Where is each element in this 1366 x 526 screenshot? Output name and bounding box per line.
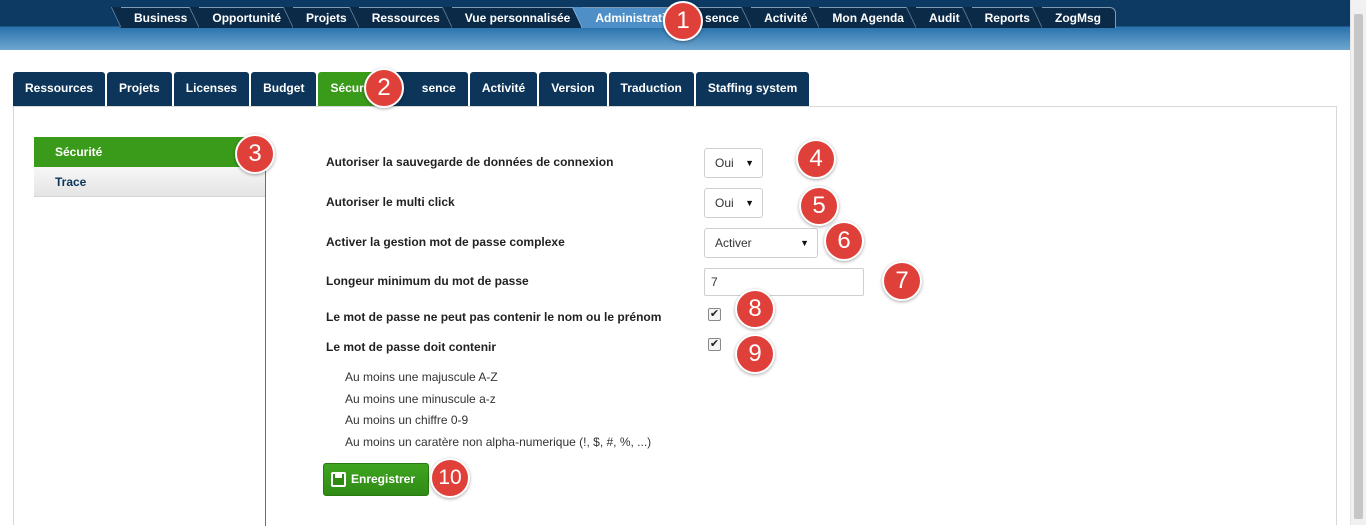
callout-badge-3: 3 (235, 134, 275, 174)
requirement-digit: Au moins un chiffre 0-9 (345, 413, 469, 427)
nav-zogmsg[interactable]: ZogMsg (1031, 7, 1116, 28)
chevron-down-icon: ▼ (745, 158, 754, 168)
min-length-label: Longeur minimum du mot de passe (326, 274, 529, 288)
side-item-securite[interactable]: Sécurité (34, 137, 265, 167)
no-name-checkbox[interactable]: ✔ (708, 308, 721, 321)
requirement-lowercase: Au moins une minuscule a-z (345, 392, 496, 406)
requirement-special: Au moins un caratère non alpha-numerique… (345, 435, 652, 449)
callout-badge-2: 2 (364, 68, 404, 108)
security-side-nav: Sécurité Trace (34, 137, 266, 526)
tab-budget[interactable]: Budget (251, 72, 317, 106)
floppy-disk-icon (331, 472, 346, 487)
multi-click-value: Oui (715, 196, 734, 210)
complex-password-label: Activer la gestion mot de passe complexe (326, 235, 565, 249)
tab-activite[interactable]: Activité (469, 72, 538, 106)
tab-ressources[interactable]: Ressources (13, 72, 106, 106)
callout-badge-5: 5 (799, 186, 839, 226)
tab-staffing-system[interactable]: Staffing system (695, 72, 810, 106)
side-item-trace[interactable]: Trace (34, 167, 265, 197)
callout-badge-1: 1 (663, 1, 703, 41)
callout-badge-4: 4 (796, 139, 836, 179)
complex-password-select[interactable]: Activer ▼ (704, 228, 818, 258)
save-button[interactable]: Enregistrer (323, 463, 429, 496)
tab-version[interactable]: Version (539, 72, 607, 106)
save-login-value: Oui (715, 156, 734, 170)
requirement-uppercase: Au moins une majuscule A-Z (345, 370, 498, 384)
multi-click-label: Autoriser le multi click (326, 195, 455, 209)
no-name-label: Le mot de passe ne peut pas contenir le … (326, 310, 662, 324)
nav-ressources[interactable]: Ressources (348, 7, 455, 28)
nav-mon-agenda[interactable]: Mon Agenda (809, 7, 919, 28)
save-login-select[interactable]: Oui ▼ (704, 148, 763, 178)
vertical-scrollbar[interactable] (1350, 0, 1366, 525)
callout-badge-9: 9 (735, 334, 775, 374)
chevron-down-icon: ▼ (745, 198, 754, 208)
tab-licenses[interactable]: Licenses (173, 72, 250, 106)
tab-projets[interactable]: Projets (107, 72, 172, 106)
admin-subtabs: Ressources Projets Licenses Budget Sécur… (13, 72, 811, 106)
main-nav: Business Opportunité Projets Ressources … (110, 6, 1116, 28)
chevron-down-icon: ▼ (800, 238, 809, 248)
callout-badge-7: 7 (882, 261, 922, 301)
min-length-input[interactable]: 7 (704, 268, 864, 296)
nav-vue-personnalisee[interactable]: Vue personnalisée (441, 7, 586, 28)
must-contain-label: Le mot de passe doit contenir (326, 340, 497, 354)
must-contain-checkbox[interactable]: ✔ (708, 338, 721, 351)
tab-traduction[interactable]: Traduction (608, 72, 694, 106)
callout-badge-8: 8 (735, 289, 775, 329)
save-button-label: Enregistrer (351, 472, 416, 486)
callout-badge-10: 10 (430, 458, 470, 498)
callout-badge-6: 6 (824, 221, 864, 261)
multi-click-select[interactable]: Oui ▼ (704, 188, 763, 218)
scrollbar-thumb[interactable] (1354, 14, 1363, 519)
content-panel: Sécurité Trace Autoriser la sauvegarde d… (13, 106, 1337, 526)
save-login-label: Autoriser la sauvegarde de données de co… (326, 155, 614, 169)
complex-password-value: Activer (715, 236, 752, 250)
nav-opportunite[interactable]: Opportunité (189, 7, 297, 28)
